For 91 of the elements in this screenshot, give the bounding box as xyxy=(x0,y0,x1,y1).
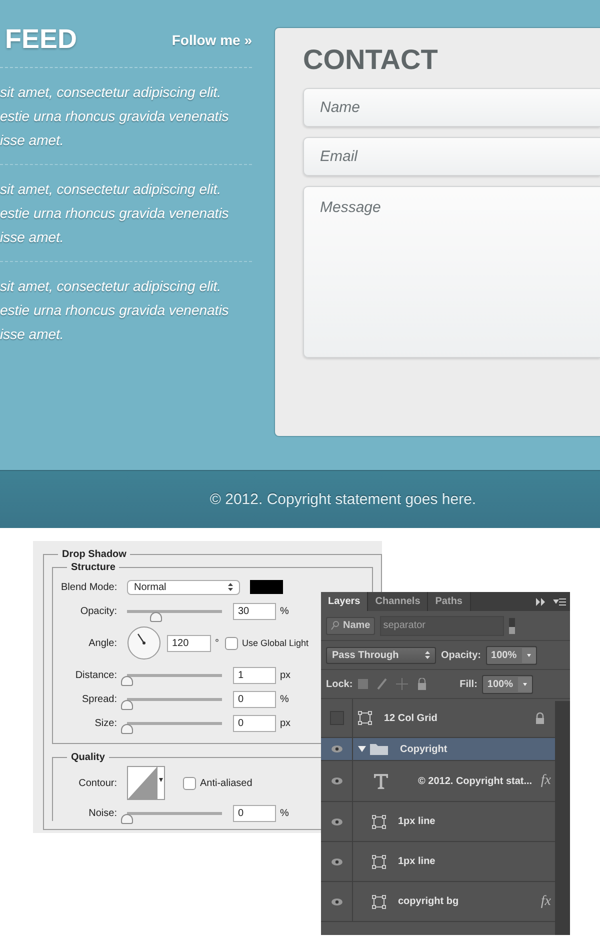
eye-icon[interactable] xyxy=(330,858,342,866)
value-field[interactable]: 0 xyxy=(233,690,276,708)
feed-post: sit amet, consectetur adipiscing elit. estie urna rhoncus gravida venenatis isse amet. xyxy=(0,165,252,262)
unit-label: % xyxy=(280,808,289,818)
layer-row[interactable]: 1px line xyxy=(321,802,555,842)
checkbox-label: Use Global Light xyxy=(242,638,309,648)
fx-label: fx xyxy=(540,773,551,789)
input-field[interactable]: Email xyxy=(303,137,600,176)
contour-picker[interactable] xyxy=(127,766,165,800)
dropdown-icon[interactable] xyxy=(522,648,536,662)
dropdown-icon[interactable] xyxy=(518,676,532,692)
section-title: Quality xyxy=(70,752,106,763)
slider-thumb[interactable] xyxy=(121,700,133,710)
unit-label: % xyxy=(280,694,289,704)
lock-label: Lock: xyxy=(326,678,353,690)
blend-mode-select[interactable]: Normal xyxy=(127,580,240,594)
value-field[interactable]: 1 xyxy=(233,666,276,684)
layer-name: 12 Col Grid xyxy=(384,712,438,724)
field-label: Noise: xyxy=(88,808,117,818)
layer-name: Copyright xyxy=(400,744,448,754)
input-field[interactable]: Name xyxy=(303,88,600,127)
slider-thumb[interactable] xyxy=(121,724,133,734)
unit-label: px xyxy=(280,670,291,680)
shape-layer-icon xyxy=(372,894,386,908)
blend-mode-select[interactable]: Pass Through xyxy=(326,646,436,664)
eye-icon[interactable] xyxy=(330,898,342,906)
scrollbar[interactable] xyxy=(555,701,570,935)
folder-icon xyxy=(370,743,388,755)
section-title: Structure xyxy=(70,562,116,573)
shape-layer-icon xyxy=(372,814,386,828)
slider-thumb[interactable] xyxy=(121,676,133,686)
layer-name: © 2012. Copyright stat... xyxy=(418,776,532,786)
checkbox[interactable] xyxy=(183,776,196,790)
visibility-checkbox[interactable] xyxy=(330,711,344,725)
layer-row[interactable]: copyright bg fx xyxy=(321,882,555,922)
panel-tab[interactable]: Channels xyxy=(368,592,428,611)
panel-tab[interactable]: Paths xyxy=(428,592,470,611)
fill-field[interactable]: 100% xyxy=(482,674,533,694)
panel-tab[interactable]: Layers xyxy=(321,592,368,611)
feed-post: sit amet, consectetur adipiscing elit. estie urna rhoncus gravida venenatis isse amet. xyxy=(0,68,252,165)
layer-name: 1px line xyxy=(398,856,436,867)
eye-icon[interactable] xyxy=(330,745,342,753)
fill-label: Fill: xyxy=(460,678,478,690)
filter-kind-select[interactable]: Name xyxy=(326,616,376,634)
filter-field[interactable]: separator xyxy=(380,616,504,636)
contact-title: CONTACT xyxy=(303,44,439,76)
copyright-text: © 2012. Copyright statement goes here. xyxy=(210,491,476,508)
field-label: Angle: xyxy=(88,638,117,648)
opacity-field[interactable]: 100% xyxy=(486,646,537,664)
unit-label: px xyxy=(280,718,291,728)
fx-label: fx xyxy=(540,894,551,910)
value-field[interactable]: 30 xyxy=(233,602,276,620)
value-field[interactable]: 120 xyxy=(167,634,211,652)
unit-label: ° xyxy=(215,638,219,648)
value-field[interactable]: 0 xyxy=(233,714,276,732)
field-label: Blend Mode: xyxy=(61,582,117,592)
slider-thumb[interactable] xyxy=(150,612,162,622)
layer-row[interactable]: 1px line xyxy=(321,842,555,882)
field-label: Distance: xyxy=(74,670,117,680)
value-field[interactable]: 0 xyxy=(233,804,276,822)
field-label: Contour: xyxy=(78,778,117,788)
eye-icon[interactable] xyxy=(330,777,342,785)
message-field[interactable]: Message xyxy=(303,186,600,358)
layer-name: 1px line xyxy=(398,816,436,827)
stepper-icon xyxy=(425,651,430,659)
stepper-icon xyxy=(228,583,233,591)
feed-title: FEED xyxy=(5,24,78,55)
panel-menu-icon[interactable] xyxy=(536,596,566,606)
feed-post: sit amet, consectetur adipiscing elit. estie urna rhoncus gravida venenatis isse amet. xyxy=(0,277,230,344)
text-layer-icon xyxy=(372,772,390,790)
shape-layer-icon xyxy=(358,711,372,725)
layer-name: copyright bg xyxy=(398,896,459,907)
layer-row[interactable]: © 2012. Copyright stat... fx xyxy=(321,761,555,802)
angle-dial[interactable] xyxy=(127,626,161,660)
layer-row[interactable]: Copyright xyxy=(321,738,555,761)
disclosure-triangle-icon[interactable] xyxy=(358,745,366,753)
section-title: Drop Shadow xyxy=(61,549,128,560)
field-label: Spread: xyxy=(80,694,117,704)
slider-thumb[interactable] xyxy=(121,814,133,824)
search-icon xyxy=(331,621,339,630)
filter-toggle-icon[interactable] xyxy=(509,618,516,634)
field-label: Size: xyxy=(94,718,117,728)
checkbox[interactable] xyxy=(225,636,238,650)
unit-label: % xyxy=(280,606,289,616)
lock-icons-drawing[interactable] xyxy=(358,678,428,690)
field-label: Opacity: xyxy=(79,606,117,616)
color-swatch[interactable] xyxy=(250,580,283,594)
eye-icon[interactable] xyxy=(330,818,342,826)
opacity-label: Opacity: xyxy=(441,650,482,660)
shape-layer-icon xyxy=(372,854,386,868)
checkbox-label: Anti-aliased xyxy=(200,778,252,788)
